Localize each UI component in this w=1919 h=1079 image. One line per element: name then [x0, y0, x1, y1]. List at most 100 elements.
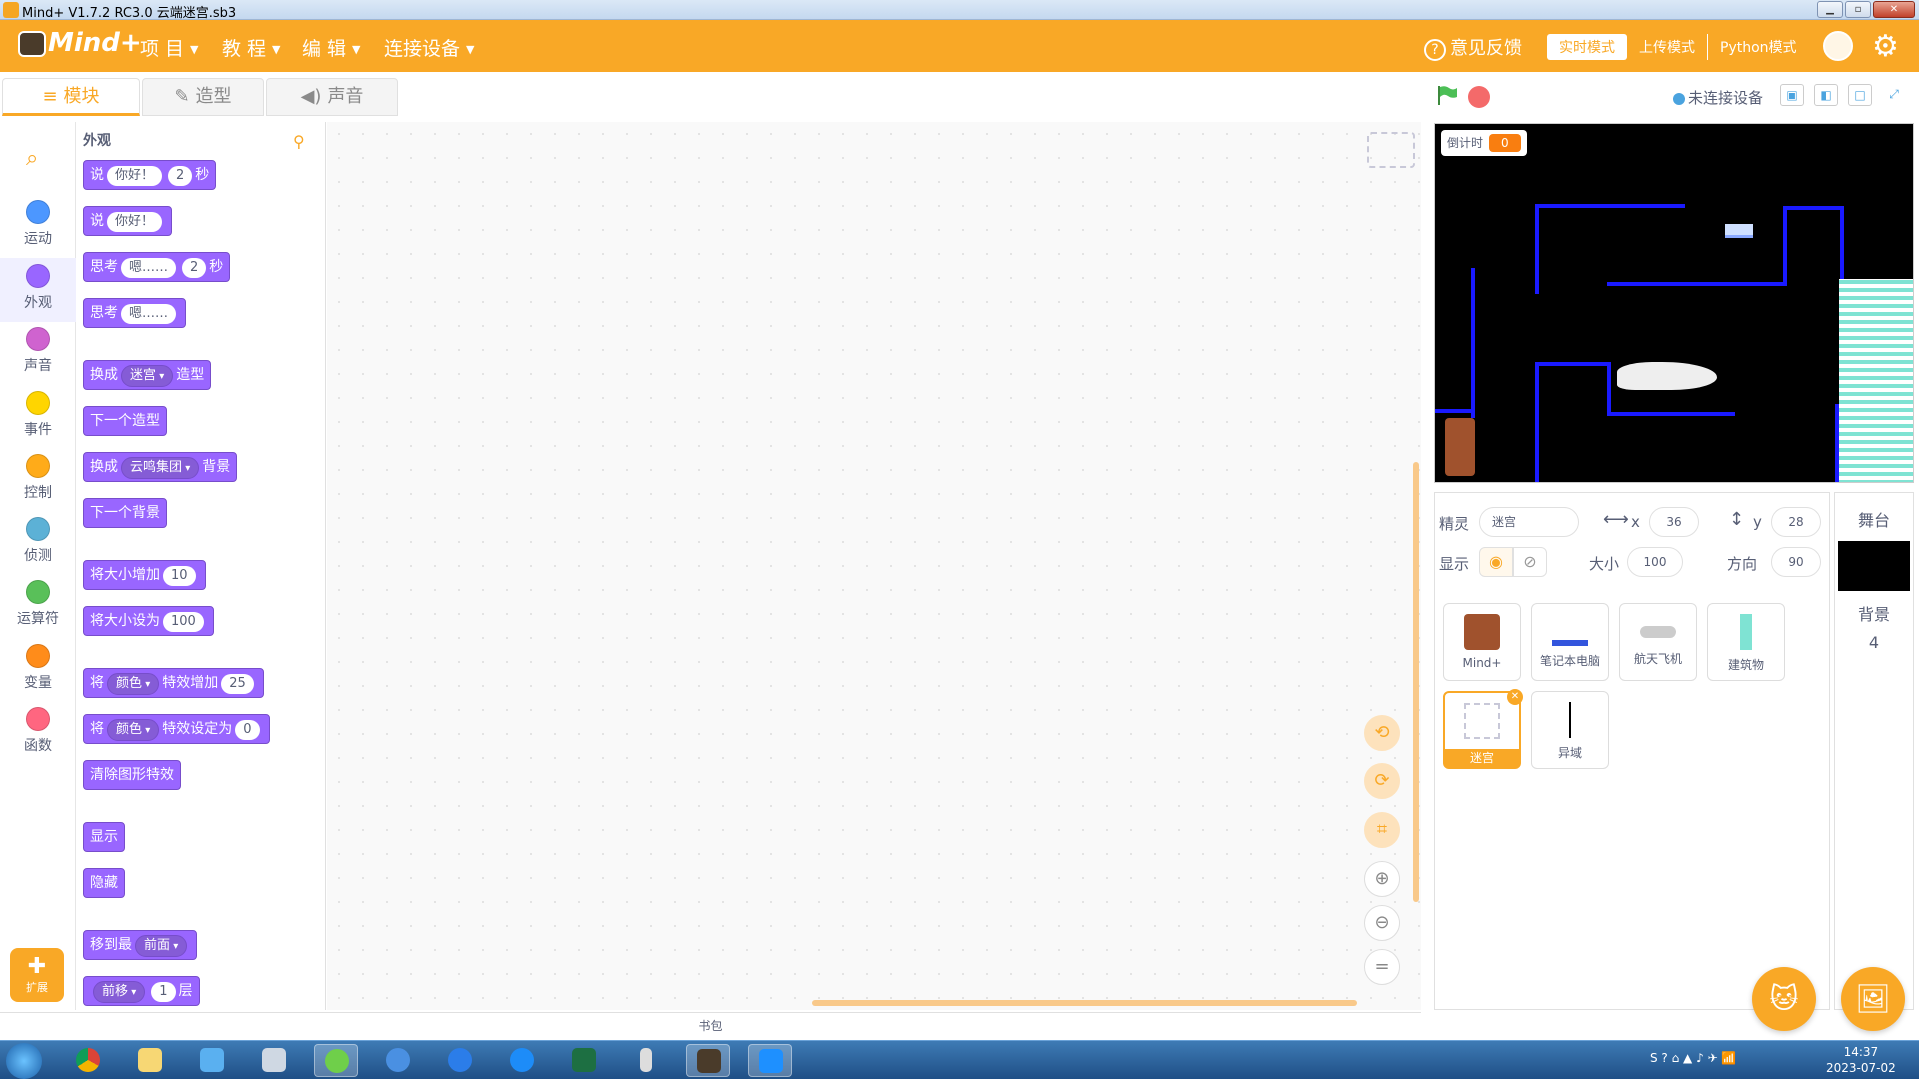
- block-change-effect[interactable]: 将颜色特效增加25: [83, 668, 264, 698]
- eye-slash-icon[interactable]: ⊘: [1513, 547, 1547, 577]
- stage-selector[interactable]: 舞台 背景 4: [1834, 492, 1914, 1010]
- block-say[interactable]: 说你好！: [83, 206, 173, 236]
- category-events[interactable]: 事件: [0, 385, 76, 449]
- close-button[interactable]: ✕: [1873, 1, 1915, 18]
- category-looks[interactable]: 外观: [0, 258, 76, 322]
- tab-blocks[interactable]: ≡ 模块: [2, 78, 140, 116]
- layout-large-stage-button[interactable]: □: [1848, 84, 1872, 106]
- block-think[interactable]: 思考 嗯……: [83, 298, 187, 328]
- layout-small-stage-button[interactable]: ▣: [1780, 84, 1804, 106]
- python-mode-button[interactable]: Python模式: [1707, 34, 1809, 60]
- block-switch-backdrop[interactable]: 换成云鸣集团背景: [83, 452, 238, 482]
- clock[interactable]: 14:37 2023-07-02: [1826, 1044, 1896, 1076]
- stage-canvas[interactable]: 倒计时 0: [1434, 123, 1914, 483]
- script-workspace[interactable]: ⟲ ⟳ ⌗ ⊕ ⊖ =: [327, 122, 1421, 1010]
- block-show[interactable]: 显示: [83, 822, 125, 852]
- block-clear-effects[interactable]: 清除图形特效: [83, 760, 181, 790]
- editor-tabs-row: ≡ 模块 ✎ 造型 ◀) 声音 未连接设备 ▣ ◧ □ ⤢: [0, 72, 1919, 122]
- block-change-size[interactable]: 将大小增加 10: [83, 560, 206, 590]
- block-set-size[interactable]: 将大小设为 100: [83, 606, 214, 636]
- vertical-scrollbar[interactable]: [1413, 462, 1419, 902]
- block-go-to-layer[interactable]: 移到最 前面: [83, 930, 198, 960]
- minimize-button[interactable]: ▁: [1817, 1, 1843, 18]
- taskbar-baidu[interactable]: [376, 1044, 420, 1077]
- layout-normal-stage-button[interactable]: ◧: [1814, 84, 1838, 106]
- system-tray[interactable]: S ? ⌂ ▲ ♪ ✈ 📶: [1650, 1051, 1736, 1065]
- crop-icon[interactable]: ⌗: [1364, 812, 1400, 848]
- block-say-for-secs[interactable]: 说你好！ 2 秒: [83, 160, 217, 190]
- caret-down-icon: ▼: [272, 43, 281, 56]
- sprite-tile-building[interactable]: 建筑物: [1707, 603, 1785, 681]
- upload-mode-button[interactable]: 上传模式: [1627, 34, 1707, 60]
- menu-project[interactable]: 项 目 ▼: [140, 34, 199, 61]
- size-input[interactable]: 100: [1627, 547, 1683, 577]
- start-button[interactable]: [6, 1043, 42, 1079]
- menu-tutorial[interactable]: 教 程 ▼: [222, 34, 281, 61]
- user-avatar[interactable]: [1823, 31, 1853, 61]
- sprite-label: 精灵: [1439, 515, 1470, 533]
- block-hide[interactable]: 隐藏: [83, 868, 125, 898]
- block-think-for-secs[interactable]: 思考 嗯…… 2 秒: [83, 252, 231, 282]
- taskbar-feishu-2[interactable]: [748, 1044, 792, 1077]
- category-sensing[interactable]: 侦测: [0, 511, 76, 575]
- block-go-layers[interactable]: 前移1层: [83, 976, 200, 1006]
- taskbar-explorer[interactable]: [128, 1044, 172, 1077]
- sprite-tile-alien[interactable]: 异域: [1531, 691, 1609, 769]
- taskbar-kugou[interactable]: [500, 1044, 544, 1077]
- maze-thumbnail-icon: [1464, 703, 1500, 739]
- feedback-button[interactable]: ? 意见反馈: [1424, 34, 1522, 61]
- redo-icon[interactable]: ⟳: [1364, 763, 1400, 799]
- taskbar-ie[interactable]: [314, 1044, 358, 1077]
- category-sound[interactable]: 声音: [0, 321, 76, 385]
- sprite-tile-maze[interactable]: ✕ 迷宫: [1443, 689, 1523, 769]
- block-next-backdrop[interactable]: 下一个背景: [83, 498, 167, 528]
- extension-button[interactable]: ✚ 扩展: [10, 948, 64, 1002]
- direction-input[interactable]: 90: [1771, 547, 1821, 577]
- category-operators[interactable]: 运算符: [0, 574, 76, 638]
- taskbar-chrome[interactable]: [66, 1044, 110, 1077]
- add-backdrop-button[interactable]: 🖼: [1841, 967, 1905, 1031]
- zoom-reset-icon[interactable]: =: [1364, 949, 1400, 985]
- category-variables[interactable]: 变量: [0, 638, 76, 702]
- block-set-effect[interactable]: 将颜色特效设定为0: [83, 714, 270, 744]
- realtime-mode-button[interactable]: 实时模式: [1547, 34, 1627, 60]
- taskbar-phone[interactable]: [624, 1044, 668, 1077]
- category-motion[interactable]: 运动: [0, 194, 76, 258]
- sprite-tile-laptop[interactable]: 笔记本电脑: [1531, 603, 1609, 681]
- menu-connect-device[interactable]: 连接设备 ▼: [384, 34, 474, 61]
- fullscreen-icon[interactable]: ⤢: [1882, 84, 1906, 106]
- undo-icon[interactable]: ⟲: [1364, 715, 1400, 751]
- taskbar-tool[interactable]: [252, 1044, 296, 1077]
- taskbar-fish[interactable]: [438, 1044, 482, 1077]
- sprite-tile-shuttle[interactable]: 航天飞机: [1619, 603, 1697, 681]
- folder-icon: [138, 1048, 162, 1072]
- gear-icon[interactable]: ⚙: [1872, 29, 1899, 64]
- pin-icon[interactable]: ⚲: [293, 132, 305, 151]
- sprite-tile-mindplus[interactable]: Mind+: [1443, 603, 1521, 681]
- taskbar-feishu[interactable]: [190, 1044, 234, 1077]
- tab-sounds[interactable]: ◀) 声音: [266, 78, 398, 116]
- horizontal-scrollbar[interactable]: [812, 1000, 1357, 1006]
- category-functions[interactable]: 函数: [0, 701, 76, 765]
- image-icon: 🖼: [1855, 982, 1891, 1015]
- stop-button[interactable]: [1468, 86, 1490, 108]
- maximize-button[interactable]: ▫: [1845, 1, 1871, 18]
- menu-edit[interactable]: 编 辑 ▼: [302, 34, 361, 61]
- search-icon[interactable]: ⌕: [26, 146, 38, 171]
- eye-icon[interactable]: ◉: [1479, 547, 1513, 577]
- delete-sprite-icon[interactable]: ✕: [1507, 689, 1523, 705]
- add-sprite-button[interactable]: 🐱: [1752, 967, 1816, 1031]
- zoom-out-icon[interactable]: ⊖: [1364, 905, 1400, 941]
- block-switch-costume[interactable]: 换成迷宫造型: [83, 360, 212, 390]
- taskbar-excel[interactable]: [562, 1044, 606, 1077]
- sprite-name-input[interactable]: 迷宫: [1479, 507, 1579, 537]
- taskbar-mindplus[interactable]: [686, 1044, 730, 1077]
- backpack-bar[interactable]: 书包: [0, 1012, 1421, 1040]
- x-input[interactable]: 36: [1649, 507, 1699, 537]
- category-control[interactable]: 控制: [0, 448, 76, 512]
- tab-costumes[interactable]: ✎ 造型: [142, 78, 264, 116]
- zoom-in-icon[interactable]: ⊕: [1364, 861, 1400, 897]
- green-flag-icon[interactable]: [1436, 84, 1458, 106]
- y-input[interactable]: 28: [1771, 507, 1821, 537]
- block-next-costume[interactable]: 下一个造型: [83, 406, 167, 436]
